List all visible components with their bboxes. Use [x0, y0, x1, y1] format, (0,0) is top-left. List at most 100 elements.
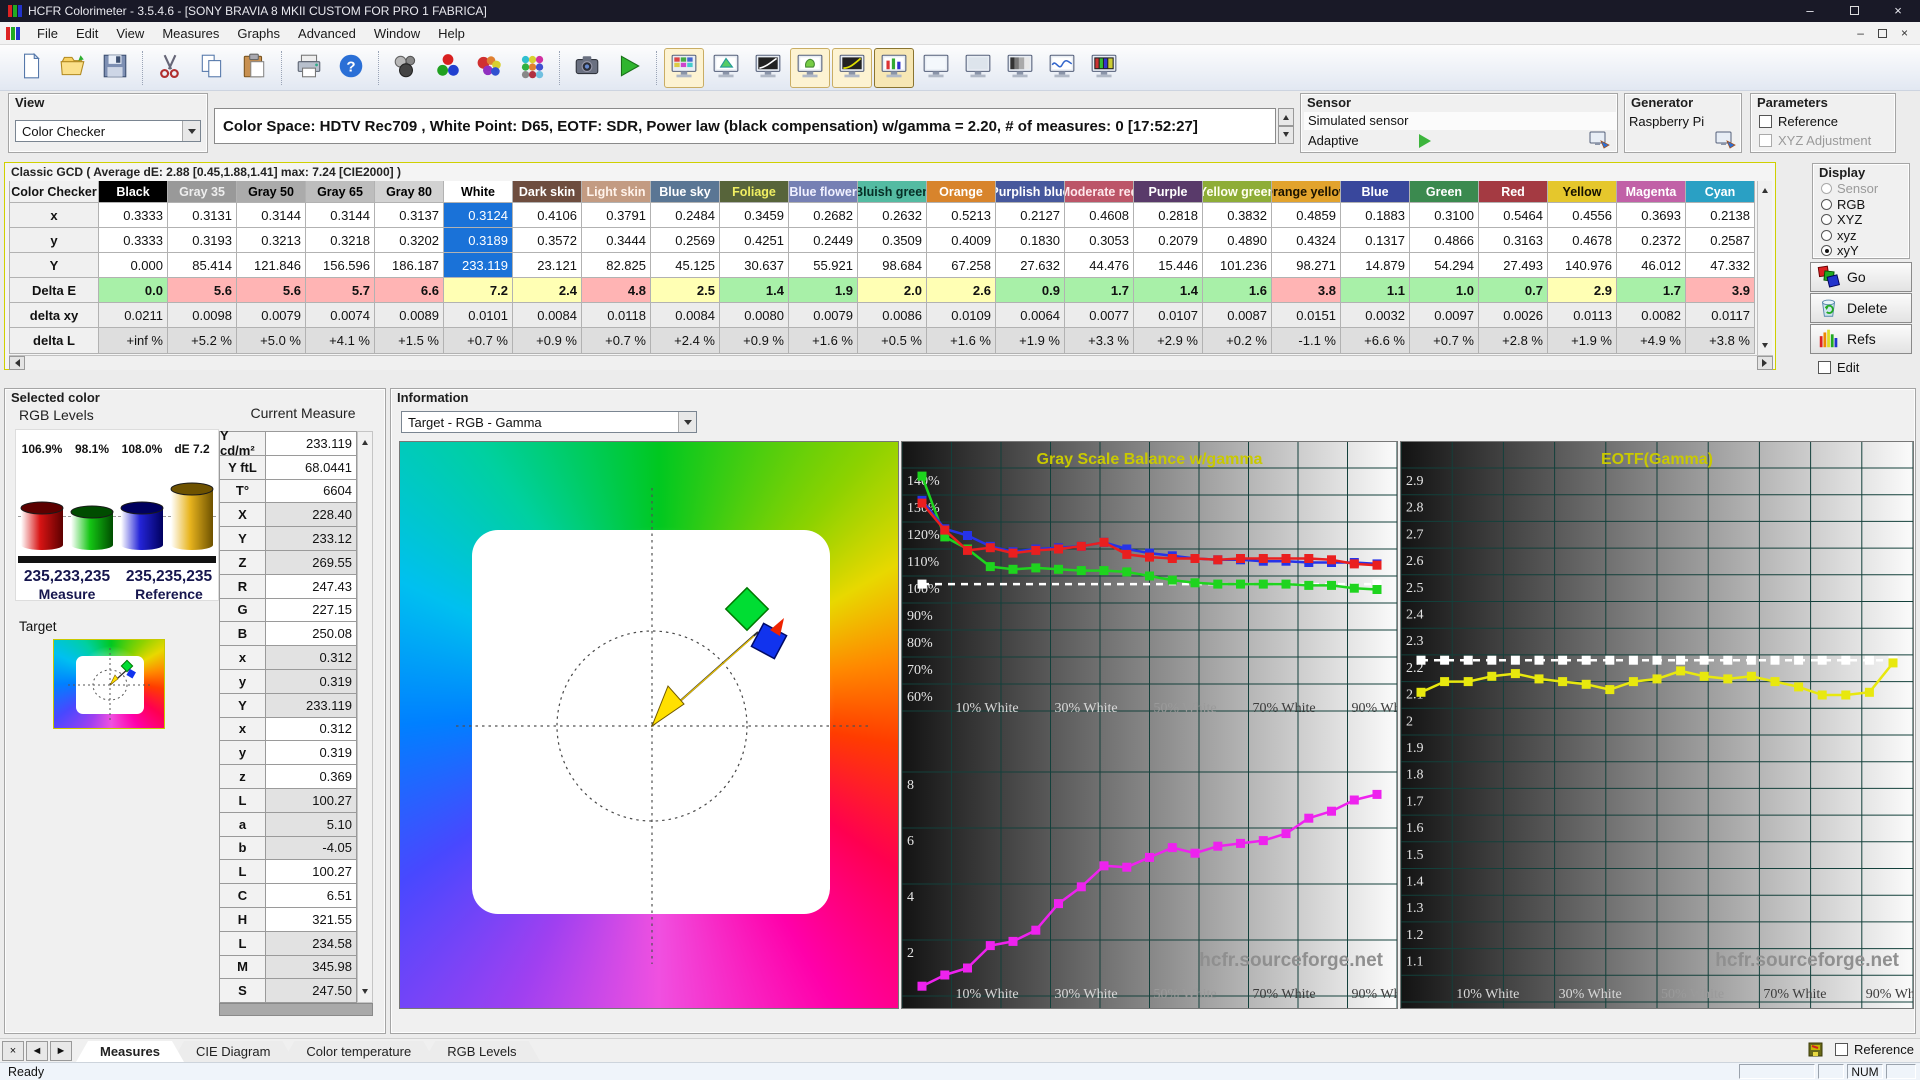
dropdown-arrow-icon[interactable] [182, 121, 200, 141]
column-header-gray-50[interactable]: Gray 50 [237, 181, 306, 203]
cell-y-foliage[interactable]: 0.4251 [720, 228, 789, 253]
cell-Y-blue-flower[interactable]: 55.921 [789, 253, 858, 278]
cell-Y-gray-80[interactable]: 186.187 [375, 253, 444, 278]
cell-dL-bluish-green[interactable]: +0.5 % [858, 328, 927, 354]
cell-dxy-light-skin[interactable]: 0.0118 [582, 303, 651, 328]
new-document-button[interactable] [11, 48, 51, 88]
cell-x-cyan[interactable]: 0.2138 [1686, 203, 1755, 228]
cell-dE-white[interactable]: 7.2 [444, 278, 513, 303]
cell-Y-yellow[interactable]: 140.976 [1548, 253, 1617, 278]
column-header-yellow-green[interactable]: Yellow green [1203, 181, 1272, 203]
cell-dL-magenta[interactable]: +4.9 % [1617, 328, 1686, 354]
cell-dE-light-skin[interactable]: 4.8 [582, 278, 651, 303]
menu-file[interactable]: File [28, 23, 67, 44]
dropdown-arrow-icon[interactable] [678, 412, 696, 432]
gamma-view-button[interactable] [832, 47, 872, 88]
cell-dE-red[interactable]: 0.7 [1479, 278, 1548, 303]
cell-y-blue-sky[interactable]: 0.2569 [651, 228, 720, 253]
cell-dxy-orange-yellow[interactable]: 0.0151 [1272, 303, 1341, 328]
cell-Y-red[interactable]: 27.493 [1479, 253, 1548, 278]
cell-dE-green[interactable]: 1.0 [1410, 278, 1479, 303]
cell-dxy-orange[interactable]: 0.0109 [927, 303, 996, 328]
cell-Y-purple[interactable]: 15.446 [1134, 253, 1203, 278]
mdi-close-button[interactable]: × [1901, 26, 1908, 40]
display-option-xyy[interactable]: xyY [1821, 243, 1878, 259]
column-header-magenta[interactable]: Magenta [1617, 181, 1686, 203]
cell-x-gray-35[interactable]: 0.3131 [168, 203, 237, 228]
measures-sheet-view-button[interactable] [664, 47, 704, 88]
reference-display-checkbox[interactable]: Reference [1835, 1042, 1914, 1057]
cell-dL-purple[interactable]: +2.9 % [1134, 328, 1203, 354]
copy-button[interactable] [192, 48, 232, 88]
cell-Y-purplish-blue[interactable]: 27.632 [996, 253, 1065, 278]
cell-y-magenta[interactable]: 0.2372 [1617, 228, 1686, 253]
cell-y-blue-flower[interactable]: 0.2449 [789, 228, 858, 253]
cell-y-black[interactable]: 0.3333 [99, 228, 168, 253]
tab-measures[interactable]: Measures [76, 1041, 184, 1062]
cell-dL-gray-65[interactable]: +4.1 % [306, 328, 375, 354]
minimize-button[interactable]: – [1788, 0, 1832, 22]
cell-x-white[interactable]: 0.3124 [444, 203, 513, 228]
go-button[interactable]: Go [1810, 262, 1912, 292]
cell-x-purplish-blue[interactable]: 0.2127 [996, 203, 1065, 228]
colorchecker-measure-button[interactable] [512, 48, 552, 88]
cell-dE-yellow[interactable]: 2.9 [1548, 278, 1617, 303]
cell-dxy-red[interactable]: 0.0026 [1479, 303, 1548, 328]
cell-dE-cyan[interactable]: 3.9 [1686, 278, 1755, 303]
cell-x-green[interactable]: 0.3100 [1410, 203, 1479, 228]
sensor-config-button[interactable] [386, 48, 426, 88]
cell-x-yellow-green[interactable]: 0.3832 [1203, 203, 1272, 228]
view-selector-dropdown[interactable]: Color Checker [15, 120, 201, 142]
cell-y-gray-50[interactable]: 0.3213 [237, 228, 306, 253]
cell-dxy-gray-65[interactable]: 0.0074 [306, 303, 375, 328]
cell-y-purple[interactable]: 0.2079 [1134, 228, 1203, 253]
cell-dE-yellow-green[interactable]: 1.6 [1203, 278, 1272, 303]
cell-dE-bluish-green[interactable]: 2.0 [858, 278, 927, 303]
cell-dxy-moderate-red[interactable]: 0.0077 [1065, 303, 1134, 328]
column-header-cyan[interactable]: Cyan [1686, 181, 1755, 203]
column-header-orange[interactable]: Orange [927, 181, 996, 203]
temperature-curve-view-button[interactable] [1042, 48, 1082, 88]
cell-y-white[interactable]: 0.3189 [444, 228, 513, 253]
monitor-blank-view-icon-1-button[interactable] [916, 48, 956, 88]
cell-dL-gray-50[interactable]: +5.0 % [237, 328, 306, 354]
cell-y-blue[interactable]: 0.1317 [1341, 228, 1410, 253]
tab-cie-diagram[interactable]: CIE Diagram [172, 1041, 294, 1062]
cell-dE-blue-flower[interactable]: 1.9 [789, 278, 858, 303]
cell-Y-gray-50[interactable]: 121.846 [237, 253, 306, 278]
cell-Y-gray-65[interactable]: 156.596 [306, 253, 375, 278]
cell-x-orange-yellow[interactable]: 0.4859 [1272, 203, 1341, 228]
checkbox-icon[interactable] [1818, 361, 1831, 374]
menu-view[interactable]: View [107, 23, 153, 44]
cell-y-dark-skin[interactable]: 0.3572 [513, 228, 582, 253]
refs-button[interactable]: Refs [1810, 324, 1912, 354]
column-header-yellow[interactable]: Yellow [1548, 181, 1617, 203]
cell-dxy-magenta[interactable]: 0.0082 [1617, 303, 1686, 328]
column-header-white[interactable]: White [444, 181, 513, 203]
cell-dL-blue-flower[interactable]: +1.6 % [789, 328, 858, 354]
cell-x-red[interactable]: 0.5464 [1479, 203, 1548, 228]
cell-dxy-purplish-blue[interactable]: 0.0064 [996, 303, 1065, 328]
primaries-measure-button[interactable] [428, 48, 468, 88]
cell-x-blue[interactable]: 0.1883 [1341, 203, 1410, 228]
cut-button[interactable] [150, 48, 190, 88]
mdi-minimize-button[interactable]: – [1857, 26, 1864, 40]
column-header-blue[interactable]: Blue [1341, 181, 1410, 203]
cell-dL-white[interactable]: +0.7 % [444, 328, 513, 354]
tab-color-temperature[interactable]: Color temperature [282, 1041, 435, 1062]
capture-button[interactable] [567, 48, 607, 88]
cell-dL-foliage[interactable]: +0.9 % [720, 328, 789, 354]
grayscale-bars-view-button[interactable] [1000, 48, 1040, 88]
menu-graphs[interactable]: Graphs [228, 23, 289, 44]
print-button[interactable] [289, 48, 329, 88]
info-bar-spinner[interactable] [1278, 108, 1294, 144]
cell-y-yellow-green[interactable]: 0.4890 [1203, 228, 1272, 253]
cell-dE-purple[interactable]: 1.4 [1134, 278, 1203, 303]
delete-button[interactable]: Delete [1810, 293, 1912, 323]
cell-dxy-gray-35[interactable]: 0.0098 [168, 303, 237, 328]
cell-dxy-green[interactable]: 0.0097 [1410, 303, 1479, 328]
cell-dL-cyan[interactable]: +3.8 % [1686, 328, 1755, 354]
tab-scroll-left-button[interactable]: ◄ [26, 1041, 48, 1061]
tab-rgb-levels[interactable]: RGB Levels [423, 1041, 540, 1062]
display-option-rgb[interactable]: RGB [1821, 197, 1878, 213]
